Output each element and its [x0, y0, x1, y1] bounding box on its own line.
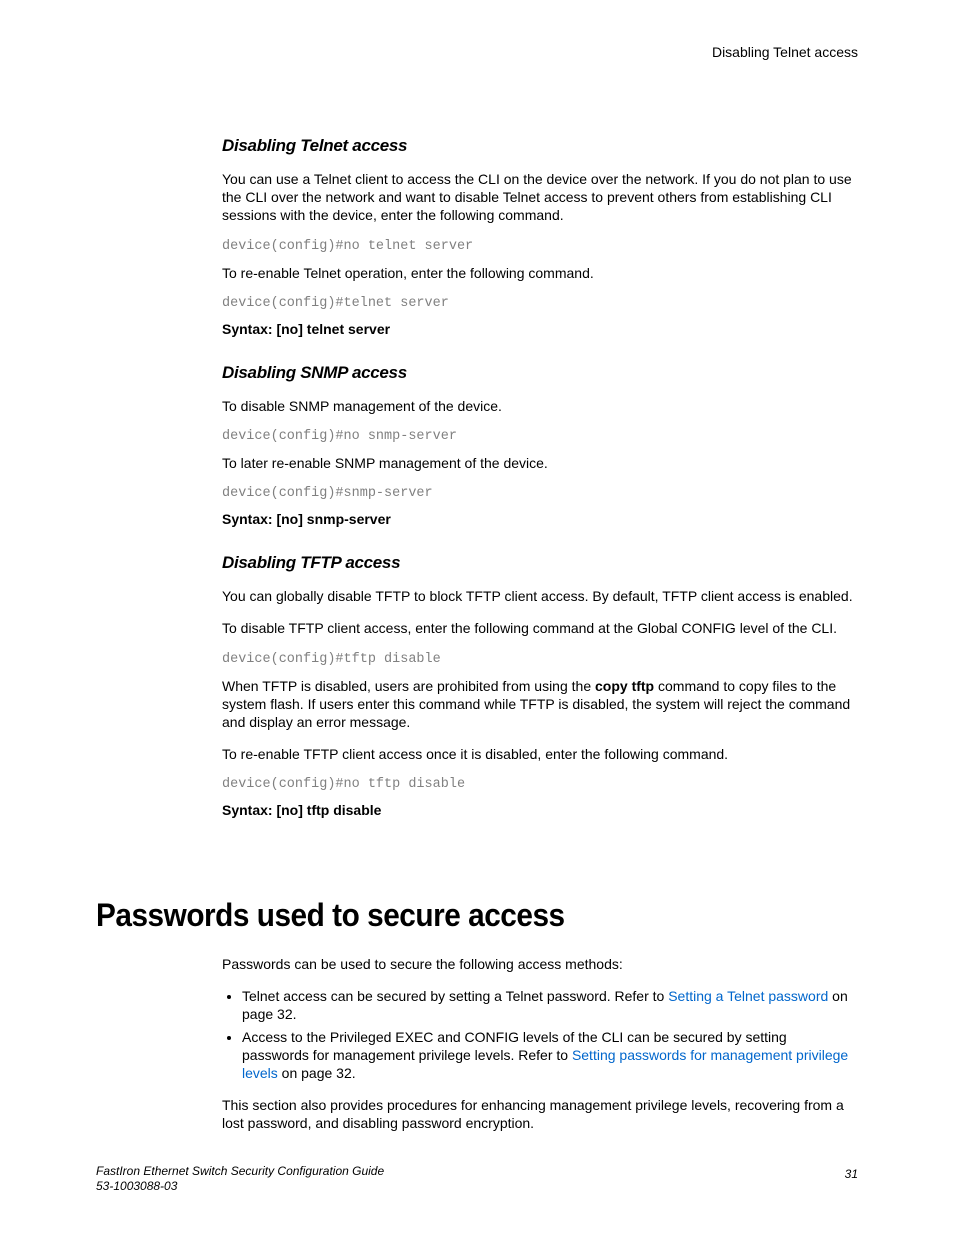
footer-page-number: 31 [845, 1167, 858, 1181]
heading-tftp: Disabling TFTP access [222, 553, 856, 573]
syntax-telnet: Syntax: [no] telnet server [222, 321, 856, 337]
code-snmp-1: device(config)#no snmp-server [222, 429, 856, 444]
para-tftp-4: To re-enable TFTP client access once it … [222, 745, 856, 763]
para-snmp-2: To later re-enable SNMP management of th… [222, 454, 856, 472]
list-item: Telnet access can be secured by setting … [242, 987, 856, 1023]
main-content-lower: Passwords can be used to secure the foll… [222, 955, 856, 1147]
footer-title: FastIron Ethernet Switch Security Config… [96, 1164, 384, 1178]
para-telnet-1: You can use a Telnet client to access th… [222, 170, 856, 225]
heading-telnet: Disabling Telnet access [222, 136, 856, 156]
code-telnet-1: device(config)#no telnet server [222, 239, 856, 254]
code-snmp-2: device(config)#snmp-server [222, 486, 856, 501]
para-tftp-3: When TFTP is disabled, users are prohibi… [222, 677, 856, 732]
syntax-snmp: Syntax: [no] snmp-server [222, 511, 856, 527]
para-passwords-outro: This section also provides procedures fo… [222, 1096, 856, 1132]
heading-passwords: Passwords used to secure access [96, 897, 565, 934]
code-telnet-2: device(config)#telnet server [222, 296, 856, 311]
para-passwords-intro: Passwords can be used to secure the foll… [222, 955, 856, 973]
heading-snmp: Disabling SNMP access [222, 363, 856, 383]
footer-docnum: 53-1003088-03 [96, 1179, 177, 1193]
footer-left: FastIron Ethernet Switch Security Config… [96, 1164, 384, 1194]
syntax-tftp: Syntax: [no] tftp disable [222, 802, 856, 818]
passwords-list: Telnet access can be secured by setting … [222, 987, 856, 1082]
para-telnet-2: To re-enable Telnet operation, enter the… [222, 264, 856, 282]
code-tftp-1: device(config)#tftp disable [222, 652, 856, 667]
running-head: Disabling Telnet access [712, 44, 858, 60]
para-snmp-1: To disable SNMP management of the device… [222, 397, 856, 415]
link-telnet-password[interactable]: Setting a Telnet password [668, 988, 828, 1004]
para-tftp-1: You can globally disable TFTP to block T… [222, 587, 856, 605]
code-tftp-2: device(config)#no tftp disable [222, 777, 856, 792]
main-content-upper: Disabling Telnet access You can use a Te… [222, 136, 856, 818]
para-tftp-2: To disable TFTP client access, enter the… [222, 619, 856, 637]
list-item: Access to the Privileged EXEC and CONFIG… [242, 1028, 856, 1083]
